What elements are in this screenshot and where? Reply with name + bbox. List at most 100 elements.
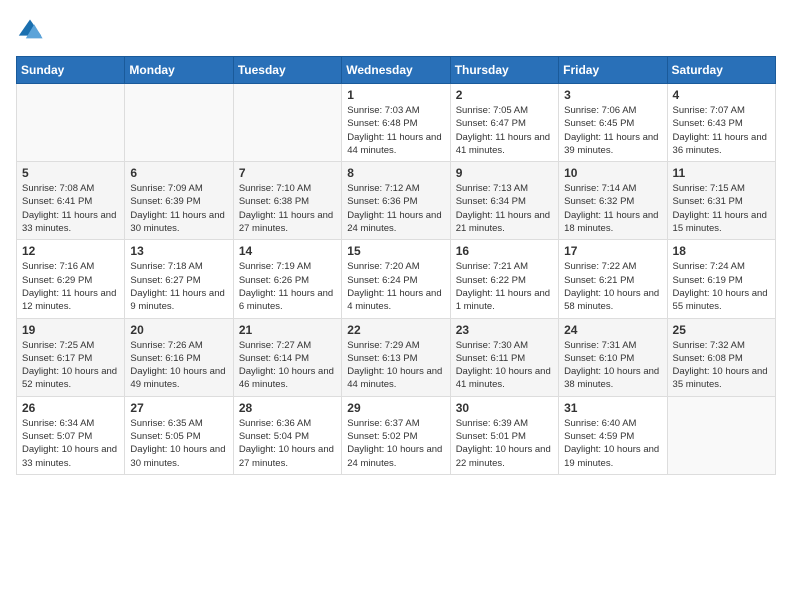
day-number: 1 (347, 88, 444, 102)
day-number: 2 (456, 88, 553, 102)
calendar-cell: 5 Sunrise: 7:08 AM Sunset: 6:41 PM Daylig… (17, 162, 125, 240)
day-number: 31 (564, 401, 661, 415)
calendar-cell (125, 84, 233, 162)
day-info: Sunrise: 7:31 AM Sunset: 6:10 PM Dayligh… (564, 339, 661, 392)
calendar-cell: 10 Sunrise: 7:14 AM Sunset: 6:32 PM Dayli… (559, 162, 667, 240)
day-info: Sunrise: 7:25 AM Sunset: 6:17 PM Dayligh… (22, 339, 119, 392)
calendar-table: SundayMondayTuesdayWednesdayThursdayFrid… (16, 56, 776, 475)
day-number: 7 (239, 166, 336, 180)
day-info: Sunrise: 7:15 AM Sunset: 6:31 PM Dayligh… (673, 182, 770, 235)
calendar-week-row: 26 Sunrise: 6:34 AM Sunset: 5:07 PM Dayli… (17, 396, 776, 474)
day-number: 28 (239, 401, 336, 415)
calendar-cell: 4 Sunrise: 7:07 AM Sunset: 6:43 PM Daylig… (667, 84, 775, 162)
day-number: 26 (22, 401, 119, 415)
day-info: Sunrise: 6:40 AM Sunset: 4:59 PM Dayligh… (564, 417, 661, 470)
day-info: Sunrise: 7:30 AM Sunset: 6:11 PM Dayligh… (456, 339, 553, 392)
day-number: 6 (130, 166, 227, 180)
day-info: Sunrise: 6:35 AM Sunset: 5:05 PM Dayligh… (130, 417, 227, 470)
calendar-week-row: 19 Sunrise: 7:25 AM Sunset: 6:17 PM Dayli… (17, 318, 776, 396)
day-info: Sunrise: 7:08 AM Sunset: 6:41 PM Dayligh… (22, 182, 119, 235)
day-info: Sunrise: 6:34 AM Sunset: 5:07 PM Dayligh… (22, 417, 119, 470)
calendar-cell: 22 Sunrise: 7:29 AM Sunset: 6:13 PM Dayli… (342, 318, 450, 396)
calendar-cell: 15Sunrise: 7:20 AM Sunset: 6:24 PM Dayli… (342, 240, 450, 318)
day-info: Sunrise: 7:09 AM Sunset: 6:39 PM Dayligh… (130, 182, 227, 235)
day-info: Sunrise: 7:29 AM Sunset: 6:13 PM Dayligh… (347, 339, 444, 392)
day-info: Sunrise: 6:37 AM Sunset: 5:02 PM Dayligh… (347, 417, 444, 470)
day-number: 14 (239, 244, 336, 258)
day-number: 20 (130, 323, 227, 337)
day-info: Sunrise: 7:13 AM Sunset: 6:34 PM Dayligh… (456, 182, 553, 235)
day-info: Sunrise: 7:07 AM Sunset: 6:43 PM Dayligh… (673, 104, 770, 157)
calendar-cell (233, 84, 341, 162)
calendar-cell: 17 Sunrise: 7:22 AM Sunset: 6:21 PM Dayli… (559, 240, 667, 318)
day-number: 22 (347, 323, 444, 337)
day-number: 24 (564, 323, 661, 337)
day-info: Sunrise: 7:24 AM Sunset: 6:19 PM Dayligh… (673, 260, 770, 313)
day-number: 5 (22, 166, 119, 180)
calendar-cell: 28Sunrise: 6:36 AM Sunset: 5:04 PM Dayli… (233, 396, 341, 474)
calendar-cell: 14 Sunrise: 7:19 AM Sunset: 6:26 PM Dayli… (233, 240, 341, 318)
day-info: Sunrise: 7:10 AM Sunset: 6:38 PM Dayligh… (239, 182, 336, 235)
calendar-cell: 8 Sunrise: 7:12 AM Sunset: 6:36 PM Daylig… (342, 162, 450, 240)
day-info: Sunrise: 6:39 AM Sunset: 5:01 PM Dayligh… (456, 417, 553, 470)
logo-icon (16, 16, 44, 44)
calendar-cell: 11 Sunrise: 7:15 AM Sunset: 6:31 PM Dayli… (667, 162, 775, 240)
calendar-week-row: 1 Sunrise: 7:03 AM Sunset: 6:48 PM Daylig… (17, 84, 776, 162)
logo (16, 16, 48, 44)
day-info: Sunrise: 7:26 AM Sunset: 6:16 PM Dayligh… (130, 339, 227, 392)
day-number: 30 (456, 401, 553, 415)
calendar-cell: 16Sunrise: 7:21 AM Sunset: 6:22 PM Dayli… (450, 240, 558, 318)
calendar-cell: 30 Sunrise: 6:39 AM Sunset: 5:01 PM Dayli… (450, 396, 558, 474)
day-info: Sunrise: 7:03 AM Sunset: 6:48 PM Dayligh… (347, 104, 444, 157)
day-header-monday: Monday (125, 57, 233, 84)
calendar-cell: 19 Sunrise: 7:25 AM Sunset: 6:17 PM Dayli… (17, 318, 125, 396)
day-info: Sunrise: 7:27 AM Sunset: 6:14 PM Dayligh… (239, 339, 336, 392)
calendar-cell: 7 Sunrise: 7:10 AM Sunset: 6:38 PM Daylig… (233, 162, 341, 240)
calendar-cell: 29 Sunrise: 6:37 AM Sunset: 5:02 PM Dayli… (342, 396, 450, 474)
day-header-thursday: Thursday (450, 57, 558, 84)
calendar-cell: 20 Sunrise: 7:26 AM Sunset: 6:16 PM Dayli… (125, 318, 233, 396)
calendar-cell: 2Sunrise: 7:05 AM Sunset: 6:47 PM Daylig… (450, 84, 558, 162)
day-number: 11 (673, 166, 770, 180)
day-number: 10 (564, 166, 661, 180)
calendar-cell: 13Sunrise: 7:18 AM Sunset: 6:27 PM Dayli… (125, 240, 233, 318)
day-header-tuesday: Tuesday (233, 57, 341, 84)
day-number: 3 (564, 88, 661, 102)
calendar-cell: 6 Sunrise: 7:09 AM Sunset: 6:39 PM Daylig… (125, 162, 233, 240)
day-number: 19 (22, 323, 119, 337)
day-number: 21 (239, 323, 336, 337)
day-info: Sunrise: 7:12 AM Sunset: 6:36 PM Dayligh… (347, 182, 444, 235)
calendar-cell: 27 Sunrise: 6:35 AM Sunset: 5:05 PM Dayli… (125, 396, 233, 474)
day-number: 17 (564, 244, 661, 258)
day-number: 4 (673, 88, 770, 102)
day-number: 15 (347, 244, 444, 258)
day-number: 16 (456, 244, 553, 258)
calendar-cell (667, 396, 775, 474)
day-number: 18 (673, 244, 770, 258)
day-info: Sunrise: 7:22 AM Sunset: 6:21 PM Dayligh… (564, 260, 661, 313)
calendar-week-row: 5 Sunrise: 7:08 AM Sunset: 6:41 PM Daylig… (17, 162, 776, 240)
day-header-saturday: Saturday (667, 57, 775, 84)
day-header-sunday: Sunday (17, 57, 125, 84)
calendar-cell: 1 Sunrise: 7:03 AM Sunset: 6:48 PM Daylig… (342, 84, 450, 162)
day-info: Sunrise: 7:16 AM Sunset: 6:29 PM Dayligh… (22, 260, 119, 313)
calendar-cell: 26 Sunrise: 6:34 AM Sunset: 5:07 PM Dayli… (17, 396, 125, 474)
day-info: Sunrise: 7:19 AM Sunset: 6:26 PM Dayligh… (239, 260, 336, 313)
day-number: 8 (347, 166, 444, 180)
calendar-cell (17, 84, 125, 162)
day-number: 27 (130, 401, 227, 415)
day-info: Sunrise: 7:06 AM Sunset: 6:45 PM Dayligh… (564, 104, 661, 157)
calendar-cell: 12 Sunrise: 7:16 AM Sunset: 6:29 PM Dayli… (17, 240, 125, 318)
day-number: 9 (456, 166, 553, 180)
calendar-header-row: SundayMondayTuesdayWednesdayThursdayFrid… (17, 57, 776, 84)
day-number: 29 (347, 401, 444, 415)
day-info: Sunrise: 7:14 AM Sunset: 6:32 PM Dayligh… (564, 182, 661, 235)
day-info: Sunrise: 7:32 AM Sunset: 6:08 PM Dayligh… (673, 339, 770, 392)
page-header (16, 16, 776, 44)
calendar-cell: 24 Sunrise: 7:31 AM Sunset: 6:10 PM Dayli… (559, 318, 667, 396)
day-number: 12 (22, 244, 119, 258)
day-number: 25 (673, 323, 770, 337)
calendar-cell: 25 Sunrise: 7:32 AM Sunset: 6:08 PM Dayli… (667, 318, 775, 396)
calendar-week-row: 12 Sunrise: 7:16 AM Sunset: 6:29 PM Dayli… (17, 240, 776, 318)
calendar-cell: 18 Sunrise: 7:24 AM Sunset: 6:19 PM Dayli… (667, 240, 775, 318)
